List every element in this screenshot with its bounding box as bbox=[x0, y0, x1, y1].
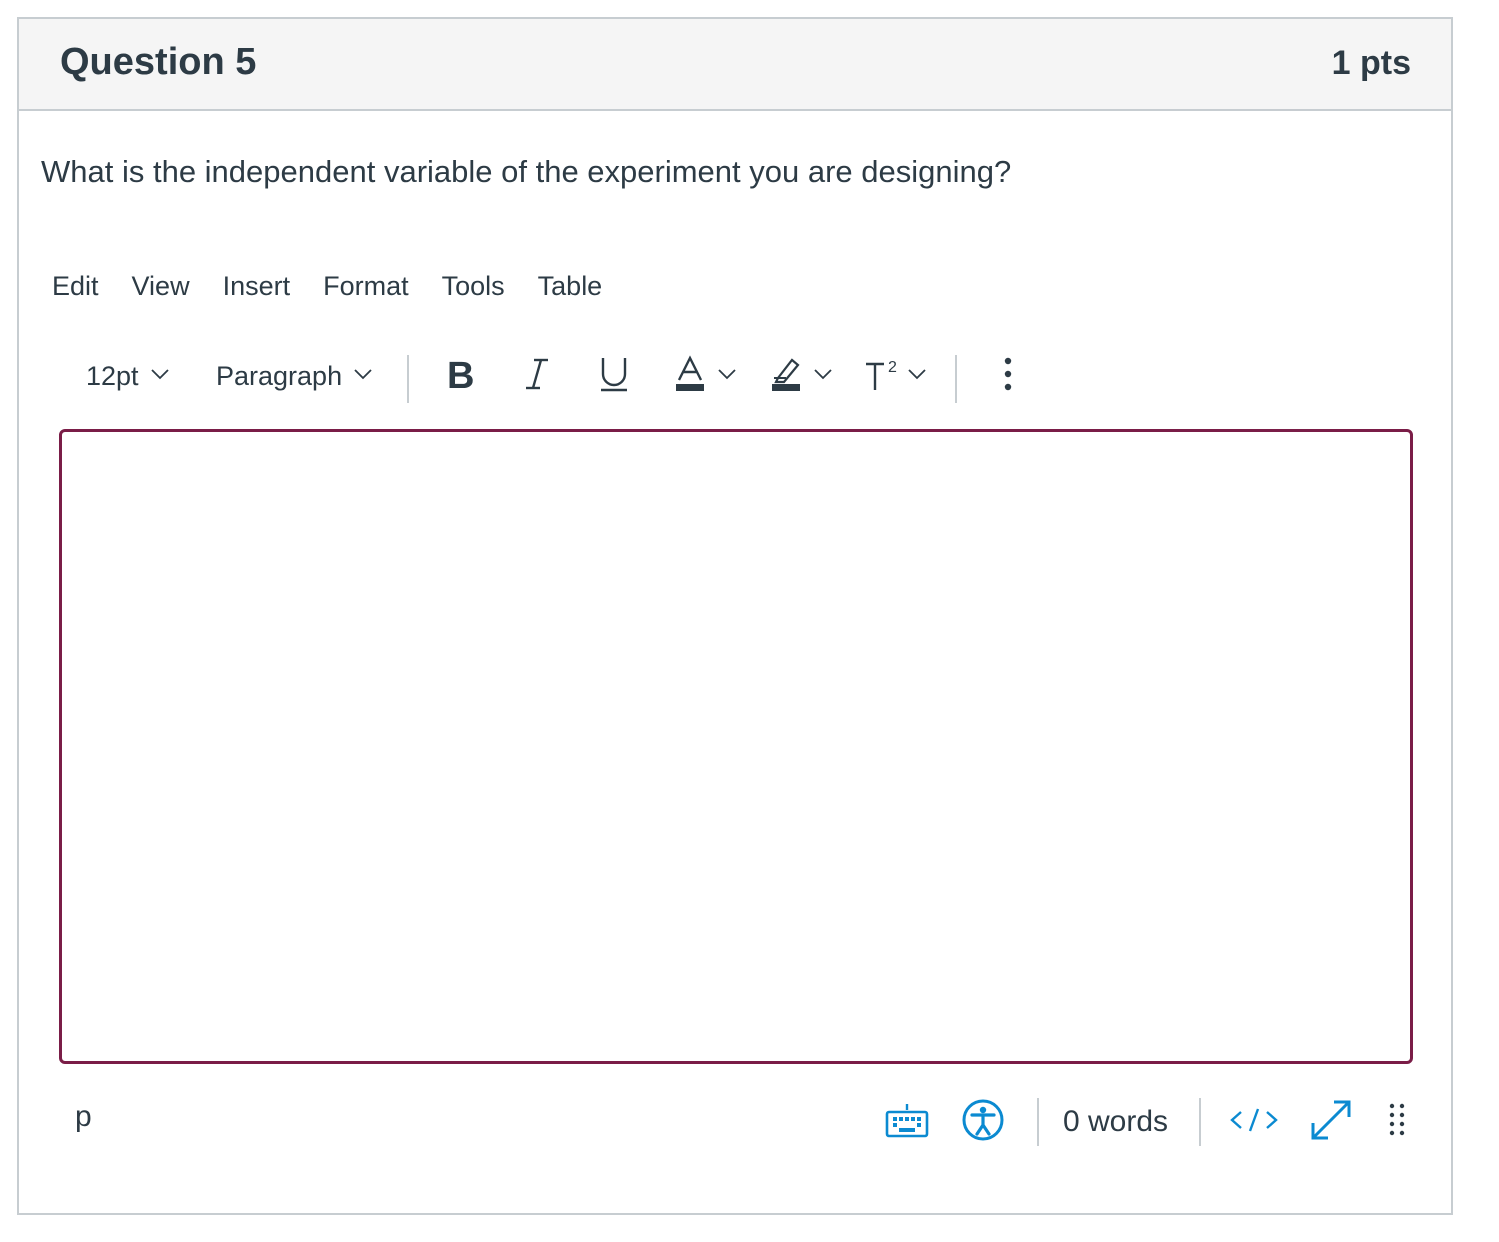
menu-format[interactable]: Format bbox=[323, 266, 409, 306]
font-size-value: 12pt bbox=[86, 360, 139, 391]
word-count[interactable]: 0 words bbox=[1063, 1090, 1168, 1154]
block-format-value: Paragraph bbox=[216, 360, 343, 391]
keyboard-shortcuts-icon bbox=[885, 1100, 929, 1145]
resize-handle[interactable] bbox=[1389, 1090, 1405, 1154]
toolbar-divider bbox=[955, 355, 957, 403]
question-header: Question 5 1 pts bbox=[19, 19, 1451, 111]
chevron-down-icon bbox=[354, 367, 372, 385]
highlight-icon bbox=[770, 354, 802, 399]
keyboard-shortcuts-button[interactable] bbox=[885, 1090, 929, 1154]
accessibility-checker-button[interactable] bbox=[961, 1090, 1005, 1154]
word-count-label: 0 words bbox=[1063, 1105, 1169, 1138]
html-editor-icon bbox=[1229, 1105, 1279, 1140]
underline-button[interactable] bbox=[598, 337, 630, 415]
chevron-down-icon bbox=[718, 367, 736, 385]
menu-view[interactable]: View bbox=[132, 266, 190, 306]
chevron-down-icon bbox=[150, 367, 169, 385]
statusbar-divider bbox=[1199, 1098, 1201, 1146]
accessibility-checker-icon bbox=[961, 1098, 1005, 1147]
chevron-down-icon bbox=[814, 367, 832, 385]
html-editor-button[interactable] bbox=[1229, 1090, 1279, 1154]
menu-tools[interactable]: Tools bbox=[442, 266, 505, 306]
superscript-button[interactable]: 2 bbox=[864, 337, 926, 415]
svg-text:2: 2 bbox=[888, 359, 897, 376]
italic-button[interactable] bbox=[522, 337, 552, 415]
element-path[interactable]: p bbox=[75, 1100, 92, 1134]
question-points: 1 pts bbox=[1331, 44, 1411, 82]
question-title: Question 5 bbox=[60, 41, 257, 83]
text-color-button[interactable] bbox=[674, 337, 736, 415]
editor-menubar: Edit View Insert Format Tools Table bbox=[52, 266, 635, 306]
font-size-dropdown[interactable]: 12pt bbox=[86, 337, 169, 415]
text-color-icon bbox=[674, 354, 706, 399]
question-text: What is the independent variable of the … bbox=[41, 154, 1012, 189]
underline-icon bbox=[598, 354, 630, 399]
resize-handle-icon bbox=[1389, 1102, 1405, 1143]
editor-statusbar: p 0 words bbox=[59, 1090, 1413, 1154]
svg-text:B: B bbox=[447, 355, 474, 394]
block-format-dropdown[interactable]: Paragraph bbox=[216, 337, 372, 415]
rich-text-editor[interactable] bbox=[59, 429, 1413, 1064]
statusbar-divider bbox=[1037, 1098, 1039, 1146]
toolbar-divider bbox=[407, 355, 409, 403]
highlight-color-button[interactable] bbox=[770, 337, 832, 415]
fullscreen-button[interactable] bbox=[1308, 1090, 1354, 1154]
menu-insert[interactable]: Insert bbox=[223, 266, 291, 306]
chevron-down-icon bbox=[908, 367, 926, 385]
bold-button[interactable]: B bbox=[444, 337, 478, 415]
italic-icon bbox=[522, 354, 552, 399]
superscript-icon: 2 bbox=[864, 354, 904, 399]
menu-edit[interactable]: Edit bbox=[52, 266, 99, 306]
editor-toolbar: 12pt Paragraph B 2 bbox=[52, 337, 1052, 415]
more-options-icon bbox=[1000, 356, 1016, 397]
fullscreen-icon bbox=[1308, 1097, 1354, 1148]
bold-icon: B bbox=[444, 354, 478, 399]
more-options-button[interactable] bbox=[1000, 337, 1016, 415]
menu-table[interactable]: Table bbox=[538, 266, 603, 306]
